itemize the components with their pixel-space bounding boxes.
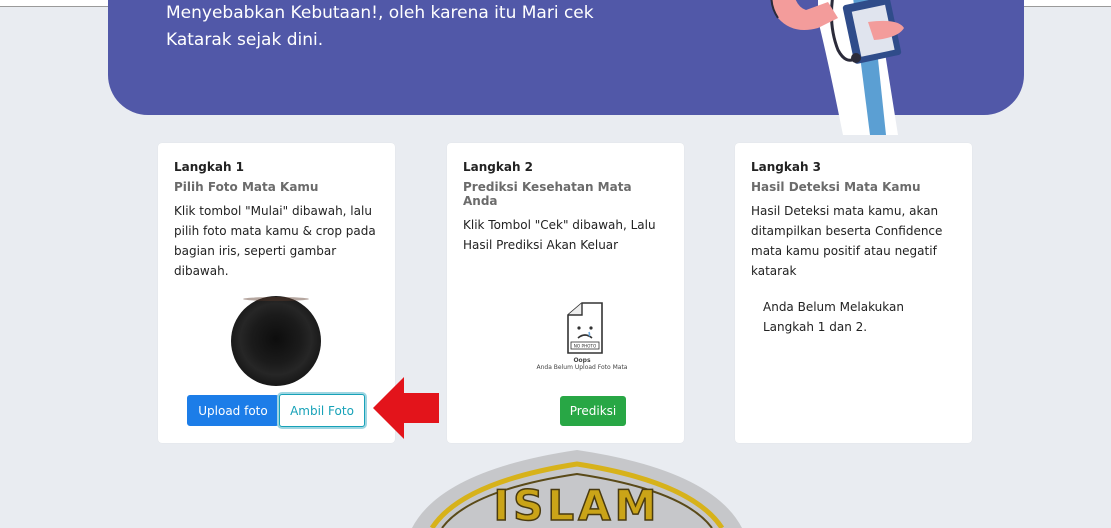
eye-sample-image xyxy=(231,296,321,386)
step-2-title: Prediksi Kesehatan Mata Anda xyxy=(463,180,632,208)
hero-banner: Menyebabkan Kebutaan!, oleh karena itu M… xyxy=(108,0,1024,135)
step-3-card: Langkah 3 Hasil Deteksi Mata Kamu Hasil … xyxy=(735,143,972,443)
step-2-description: Klik Tombol "Cek" dibawah, Lalu Hasil Pr… xyxy=(463,218,656,252)
hero-line-1: Menyebabkan Kebutaan!, oleh karena itu M… xyxy=(166,3,594,23)
oops-message: Anda Belum Upload Foto Mata xyxy=(536,364,628,371)
watermark-text: ISLAM xyxy=(494,481,661,528)
result-status: Anda Belum Melakukan Langkah 1 dan 2. xyxy=(763,300,904,334)
upload-photo-button[interactable]: Upload foto xyxy=(187,395,279,426)
step-1-card: Langkah 1 Pilih Foto Mata Kamu Klik tomb… xyxy=(158,143,395,443)
red-arrow-icon xyxy=(373,377,439,439)
doctor-illustration-icon xyxy=(770,0,904,135)
hero-text: Menyebabkan Kebutaan!, oleh karena itu M… xyxy=(166,0,606,54)
step-3-description: Hasil Deteksi mata kamu, akan ditampilka… xyxy=(751,204,943,278)
step-2-label: Langkah 2 xyxy=(463,160,534,174)
no-photo-caption: Oops Anda Belum Upload Foto Mata xyxy=(522,357,642,371)
step-1-label: Langkah 1 xyxy=(174,160,245,174)
hero-line-2: Katarak sejak dini. xyxy=(166,30,324,50)
step-1-description: Klik tombol "Mulai" dibawah, lalu pilih … xyxy=(174,204,376,278)
oops-title: Oops xyxy=(573,357,591,364)
step-3-label: Langkah 3 xyxy=(751,160,822,174)
watermark-logo: ISLAM xyxy=(412,450,742,528)
predict-button[interactable]: Prediksi xyxy=(560,396,626,426)
no-photo-label: NO PHOTO xyxy=(574,344,597,349)
step-3-title: Hasil Deteksi Mata Kamu xyxy=(751,180,921,194)
take-photo-button[interactable]: Ambil Foto xyxy=(279,394,365,427)
step-1-title: Pilih Foto Mata Kamu xyxy=(174,180,319,194)
step-2-card: Langkah 2 Prediksi Kesehatan Mata Anda K… xyxy=(447,143,684,443)
